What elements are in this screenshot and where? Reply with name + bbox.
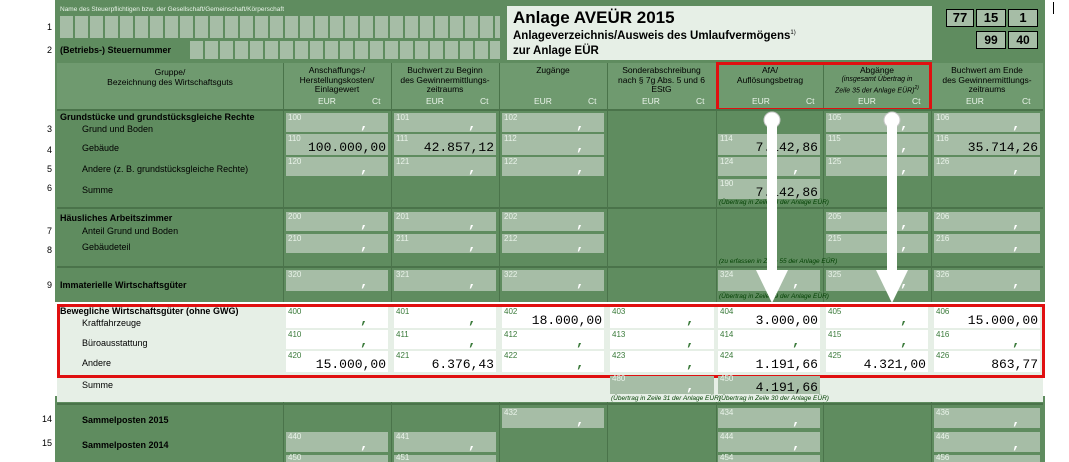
arrow-depreciation bbox=[756, 111, 788, 303]
arrow-disposals bbox=[876, 111, 908, 303]
arrow-shaft bbox=[887, 120, 897, 272]
arrow-head-icon bbox=[876, 270, 908, 303]
arrow-shaft bbox=[767, 120, 777, 272]
arrows-overlay bbox=[756, 111, 908, 303]
arrow-head-icon bbox=[756, 270, 788, 303]
